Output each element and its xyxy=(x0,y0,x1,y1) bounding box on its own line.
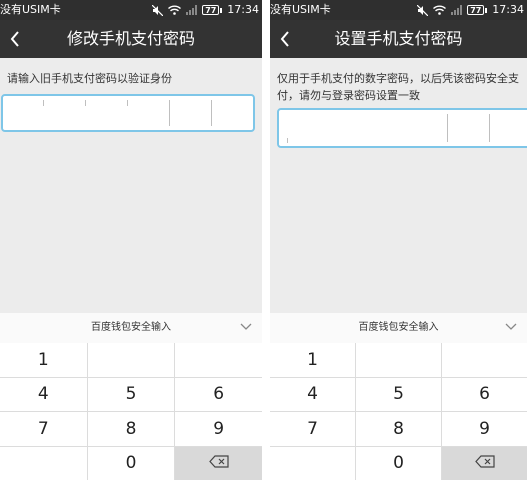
clock: 17:34 xyxy=(492,3,524,16)
delete-key[interactable] xyxy=(442,446,527,480)
numeric-keypad: 1 4 5 6 7 8 9 0 xyxy=(270,343,527,480)
backspace-icon xyxy=(208,453,229,473)
phone-screen-set-password: 没有USIM卡 77 17:34 设置手机支付密码 仅用于手机支付的数字密码，以… xyxy=(270,0,527,480)
key-7[interactable]: 7 xyxy=(0,412,87,446)
key-9[interactable]: 9 xyxy=(175,412,262,446)
key-6[interactable]: 6 xyxy=(442,377,527,411)
delete-key[interactable] xyxy=(175,446,262,480)
battery-level: 77 xyxy=(467,5,485,15)
key-2[interactable] xyxy=(87,343,175,377)
clock: 17:34 xyxy=(227,3,259,16)
page-title: 修改手机支付密码 xyxy=(66,29,195,48)
keyboard-title: 百度钱包安全输入 xyxy=(358,322,439,333)
carrier-label: 没有USIM卡 xyxy=(270,3,331,16)
backspace-icon xyxy=(474,453,495,473)
keyboard-header: 百度钱包安全输入 xyxy=(270,313,527,343)
keyboard-header: 百度钱包安全输入 xyxy=(0,313,262,343)
prompt-line-1: 仅用于手机支付的数字密码，以后凭该密码安全支 xyxy=(277,72,519,85)
key-8[interactable]: 8 xyxy=(87,412,175,446)
key-4[interactable]: 4 xyxy=(270,377,355,411)
key-1[interactable]: 1 xyxy=(0,343,87,377)
key-3[interactable] xyxy=(442,343,527,377)
wifi-icon xyxy=(433,5,447,15)
battery-level: 77 xyxy=(202,5,220,15)
key-9[interactable]: 9 xyxy=(442,412,527,446)
app-header: 修改手机支付密码 xyxy=(0,20,262,58)
wifi-icon xyxy=(168,5,182,15)
password-input[interactable] xyxy=(1,94,255,132)
key-4[interactable]: 4 xyxy=(0,377,87,411)
verify-prompt: 请输入旧手机支付密码以验证身份 xyxy=(7,72,172,85)
mute-icon xyxy=(152,4,164,16)
app-header: 设置手机支付密码 xyxy=(270,20,527,58)
key-8[interactable]: 8 xyxy=(356,412,441,446)
phone-screen-change-password: 没有USIM卡 77 17:34 修改手机支付密码 请输入旧手机支付密码以验证身… xyxy=(0,0,262,480)
key-1[interactable]: 1 xyxy=(270,343,355,377)
chevron-left-icon[interactable] xyxy=(270,20,300,58)
status-bar: 没有USIM卡 77 17:34 xyxy=(270,0,527,20)
page-title: 设置手机支付密码 xyxy=(334,29,463,48)
key-3[interactable] xyxy=(175,343,262,377)
key-0[interactable]: 0 xyxy=(356,446,441,480)
keyboard-title: 百度钱包安全输入 xyxy=(91,322,171,333)
key-blank xyxy=(270,446,355,480)
battery-icon: 77 xyxy=(202,5,223,15)
numeric-keypad: 1 4 5 6 7 8 9 0 xyxy=(0,343,262,480)
password-input[interactable] xyxy=(277,108,527,148)
key-5[interactable]: 5 xyxy=(356,377,441,411)
key-2[interactable] xyxy=(356,343,441,377)
carrier-label: 没有USIM卡 xyxy=(0,3,61,16)
prompt-line-2: 付，请勿与登录密码设置一致 xyxy=(277,89,420,102)
signal-icon xyxy=(451,5,463,15)
key-blank xyxy=(0,446,87,480)
key-5[interactable]: 5 xyxy=(87,377,175,411)
key-7[interactable]: 7 xyxy=(270,412,355,446)
key-0[interactable]: 0 xyxy=(87,446,175,480)
key-6[interactable]: 6 xyxy=(175,377,262,411)
screenshot-divider xyxy=(262,0,270,480)
chevron-down-icon[interactable] xyxy=(505,323,517,334)
status-bar: 没有USIM卡 77 17:34 xyxy=(0,0,262,20)
chevron-down-icon[interactable] xyxy=(240,323,252,334)
battery-icon: 77 xyxy=(467,5,488,15)
signal-icon xyxy=(186,5,198,15)
chevron-left-icon[interactable] xyxy=(0,20,30,58)
mute-icon xyxy=(417,4,429,16)
set-password-prompt: 仅用于手机支付的数字密码，以后凭该密码安全支 付，请勿与登录密码设置一致 xyxy=(277,70,527,104)
